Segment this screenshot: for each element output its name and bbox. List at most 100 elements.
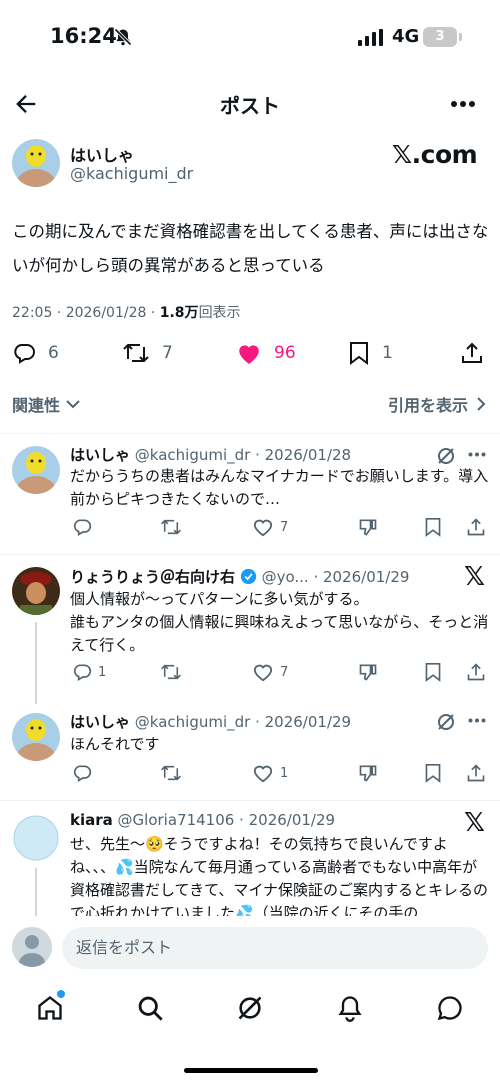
share-icon bbox=[462, 342, 482, 363]
reply-button[interactable]: 6 bbox=[12, 338, 59, 368]
repost-button[interactable] bbox=[160, 662, 188, 682]
reply-avatar[interactable] bbox=[12, 713, 60, 761]
battery-icon: 3 bbox=[423, 27, 457, 47]
author-avatar[interactable] bbox=[12, 139, 60, 187]
bookmark-button[interactable] bbox=[424, 662, 442, 682]
reply-handle-date[interactable]: @Gloria714106 · 2026/01/29 bbox=[118, 811, 336, 829]
reply-icon bbox=[73, 519, 92, 536]
reply-avatar[interactable] bbox=[12, 814, 60, 862]
divider bbox=[0, 800, 500, 801]
repost-button[interactable] bbox=[160, 763, 188, 783]
search-icon bbox=[138, 996, 163, 1021]
tab-grok[interactable] bbox=[232, 990, 268, 1026]
repost-count: 7 bbox=[162, 343, 173, 363]
reply-handle-date[interactable]: @yo... · 2026/01/29 bbox=[262, 568, 410, 586]
dislike-button[interactable] bbox=[358, 763, 378, 783]
like-button[interactable]: 96 bbox=[236, 338, 296, 368]
like-count: 1 bbox=[280, 765, 289, 781]
view-label: 回表示 bbox=[198, 305, 241, 321]
author-handle[interactable]: @kachigumi_dr bbox=[70, 164, 193, 183]
reply-header: kiara @Gloria714106 · 2026/01/29 bbox=[70, 811, 335, 829]
reply-handle-date[interactable]: @kachigumi_dr · 2026/01/29 bbox=[135, 713, 351, 731]
tab-messages[interactable] bbox=[432, 990, 468, 1026]
show-quotes-link[interactable]: 引用を表示 bbox=[388, 392, 486, 416]
bell-off-icon bbox=[113, 27, 133, 47]
reply-count: 1 bbox=[98, 664, 107, 680]
reply-avatar[interactable] bbox=[12, 567, 60, 615]
heart-filled-icon bbox=[239, 345, 259, 364]
more-icon[interactable] bbox=[468, 718, 486, 723]
page-title: ポスト bbox=[220, 94, 280, 118]
my-avatar[interactable] bbox=[12, 927, 52, 967]
share-icon bbox=[467, 663, 485, 681]
reply-header: はいしゃ @kachigumi_dr · 2026/01/29 bbox=[70, 711, 351, 732]
home-indicator bbox=[184, 1068, 318, 1073]
bookmark-icon bbox=[425, 764, 441, 783]
reply-input[interactable]: 返信をポスト bbox=[62, 927, 488, 969]
reply-header: はいしゃ @kachigumi_dr · 2026/01/28 bbox=[70, 444, 351, 465]
thumbs-down-icon bbox=[359, 664, 377, 681]
reply-button[interactable] bbox=[72, 763, 98, 783]
bell-icon bbox=[338, 996, 362, 1022]
dislike-button[interactable] bbox=[358, 517, 378, 537]
reply-button[interactable] bbox=[72, 517, 98, 537]
bookmark-icon bbox=[350, 342, 368, 365]
tab-search[interactable] bbox=[132, 990, 168, 1026]
status-bar: 16:24 4G 3 bbox=[0, 0, 500, 70]
dislike-button[interactable] bbox=[358, 662, 378, 682]
share-button[interactable] bbox=[466, 662, 486, 682]
share-icon bbox=[467, 764, 485, 782]
reply-button[interactable]: 1 bbox=[72, 662, 106, 682]
signal-icon bbox=[358, 29, 384, 46]
share-button[interactable] bbox=[460, 338, 484, 368]
more-options-button[interactable] bbox=[450, 100, 476, 108]
status-time: 16:24 bbox=[50, 24, 117, 48]
thread-line bbox=[35, 622, 37, 704]
sort-relevance-dropdown[interactable]: 関連性 bbox=[12, 392, 80, 416]
bookmark-button[interactable] bbox=[424, 763, 442, 783]
post-text: この期に及んでまだ資格確認書を出してくる患者、声には出さないが何かしら頭の異常が… bbox=[12, 222, 489, 275]
reply-author-name[interactable]: kiara bbox=[70, 811, 113, 829]
reply-author-name[interactable]: はいしゃ bbox=[70, 713, 130, 731]
thread-line bbox=[35, 868, 37, 916]
reply-icon bbox=[73, 765, 92, 782]
divider bbox=[0, 554, 500, 555]
repost-icon bbox=[161, 765, 181, 781]
repost-icon bbox=[123, 343, 149, 363]
like-count: 7 bbox=[280, 664, 289, 680]
like-count: 7 bbox=[280, 519, 289, 535]
tab-notifications[interactable] bbox=[332, 990, 368, 1026]
author-name[interactable]: はいしゃ bbox=[70, 142, 134, 166]
like-button[interactable]: 7 bbox=[252, 662, 288, 682]
post-meta: 22:05 · 2026/01/28 · 1.8万回表示 bbox=[12, 302, 241, 322]
share-button[interactable] bbox=[466, 517, 486, 537]
reply-avatar[interactable] bbox=[12, 446, 60, 494]
bookmark-button[interactable]: 1 bbox=[348, 338, 393, 368]
view-count: 1.8万 bbox=[159, 305, 199, 321]
bookmark-count: 1 bbox=[382, 343, 393, 363]
show-quotes-label: 引用を表示 bbox=[387, 396, 468, 415]
heart-icon bbox=[253, 765, 273, 783]
reply-handle-date[interactable]: @kachigumi_dr · 2026/01/28 bbox=[135, 446, 351, 464]
reply-count: 6 bbox=[48, 343, 59, 363]
thumbs-down-icon bbox=[359, 765, 377, 782]
xcom-watermark: 𝕏.com bbox=[392, 140, 478, 169]
reply-header: りょうりょう＠右向け右 @yo... · 2026/01/29 bbox=[70, 566, 409, 587]
more-icon[interactable] bbox=[468, 452, 486, 457]
reply-text: 個人情報が〜ってパターンに多い気がする。 誰もアンタの個人情報に興味ねえよって思… bbox=[70, 590, 489, 654]
like-button[interactable]: 1 bbox=[252, 763, 288, 783]
grok-icon[interactable] bbox=[436, 446, 456, 466]
grok-icon bbox=[238, 996, 262, 1020]
like-button[interactable]: 7 bbox=[252, 517, 288, 537]
share-button[interactable] bbox=[466, 763, 486, 783]
share-icon bbox=[467, 518, 485, 536]
repost-button[interactable]: 7 bbox=[122, 338, 173, 368]
bookmark-button[interactable] bbox=[424, 517, 442, 537]
repost-button[interactable] bbox=[160, 517, 188, 537]
home-icon bbox=[38, 996, 62, 1020]
repost-icon bbox=[161, 519, 181, 535]
reply-author-name[interactable]: はいしゃ bbox=[70, 446, 130, 464]
grok-icon[interactable] bbox=[436, 712, 456, 732]
reply-text: ほんそれです bbox=[70, 735, 160, 753]
reply-author-name[interactable]: りょうりょう＠右向け右 bbox=[70, 568, 235, 586]
